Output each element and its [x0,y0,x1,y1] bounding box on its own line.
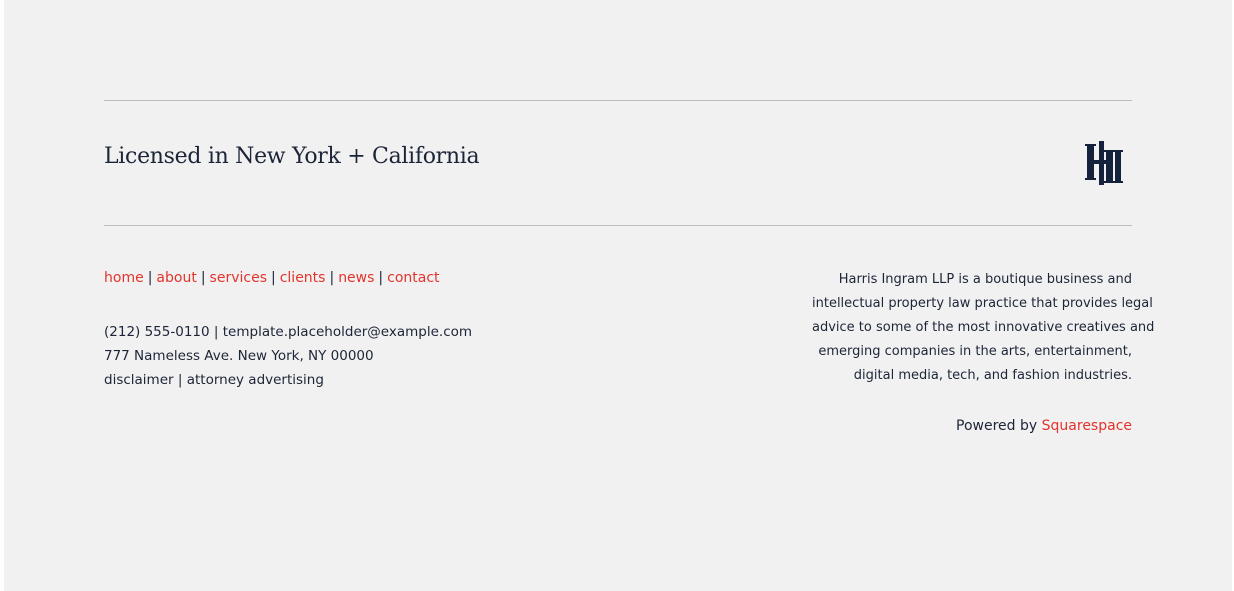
contact-separator: | [213,324,219,340]
attorney-advertising-link[interactable]: attorney advertising [187,372,324,388]
nav-link-home[interactable]: home [104,270,144,286]
address-text: 777 Nameless Ave. New York, NY 00000 [104,348,374,364]
phone-number[interactable]: (212) 555-0110 [104,324,210,340]
contact-info: (212) 555-0110 | template.placeholder@ex… [104,320,472,392]
bottom-divider [104,225,1132,226]
nav-separator: | [271,270,276,286]
firm-description-line: advice to some of the most innovative cr… [812,320,1155,335]
nav-separator: | [200,270,206,286]
firm-description-line: intellectual property law practice that … [812,296,1153,311]
firm-description-line: Harris Ingram LLP is a boutique business… [838,272,1132,287]
powered-by: Powered by Squarespace [956,414,1132,438]
email-address[interactable]: template.placeholder@example.com [223,324,472,340]
footer-nav: home | about | services | clients | news | contact [104,270,440,286]
disclaimer-link[interactable]: disclaimer [104,372,174,388]
nav-link-clients[interactable]: clients [280,270,326,286]
nav-link-services[interactable]: services [210,270,267,286]
nav-link-news[interactable]: news [338,270,374,286]
firm-description-line: emerging companies in the arts, entertai… [818,344,1132,359]
powered-by-label: Powered by [956,418,1038,434]
nav-link-about[interactable]: about [156,270,196,286]
contact-line-phone-email: (212) 555-0110 | template.placeholder@ex… [104,320,472,344]
firm-description-line: digital media, tech, and fashion industr… [853,368,1132,383]
license-heading: Licensed in New York + California [104,144,480,169]
footer-section: Licensed in New York + California home |… [4,0,1232,591]
squarespace-link[interactable]: Squarespace [1042,418,1132,434]
contact-line-legal: disclaimer | attorney advertising [104,368,472,392]
top-divider [104,100,1132,101]
contact-separator: | [177,372,183,388]
firm-description: Harris Ingram LLP is a boutique business… [812,268,1155,388]
hi-monogram-icon[interactable] [1084,141,1124,185]
nav-separator: | [147,270,153,286]
nav-separator: | [378,270,384,286]
nav-separator: | [329,270,335,286]
nav-link-contact[interactable]: contact [387,270,439,286]
